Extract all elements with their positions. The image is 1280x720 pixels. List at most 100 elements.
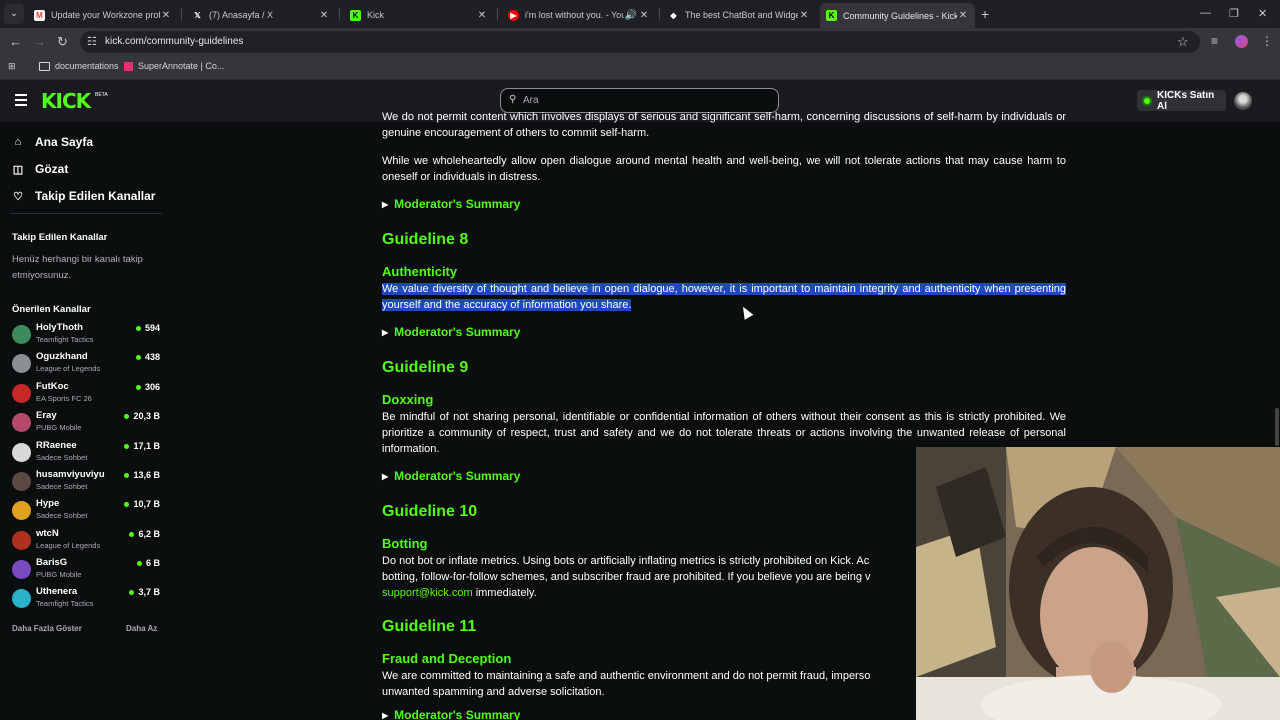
moderator-summary-toggle[interactable]: ▶ Moderator's Summary (382, 469, 520, 483)
guideline-10-title: Guideline 10 (382, 503, 478, 520)
search-input[interactable] (500, 88, 779, 113)
guideline-10-line-2: botting, follow-for-follow schemes, and … (382, 571, 871, 583)
guideline-11-line-1: We are committed to maintaining a safe a… (382, 670, 871, 682)
recommended-channel-item[interactable]: Oguzkhand League of Legends 438 (12, 351, 160, 377)
close-icon[interactable]: ✕ (638, 10, 650, 21)
buy-kicks-button[interactable]: KICKs Satın Al (1137, 90, 1226, 112)
channel-category: Sadece Sohbet (36, 482, 88, 491)
viewer-count: 306 (135, 382, 160, 392)
address-bar[interactable] (80, 31, 1200, 53)
back-icon[interactable]: ← (9, 34, 22, 49)
close-icon[interactable]: ✕ (957, 10, 969, 21)
forward-icon[interactable]: → (33, 34, 46, 49)
viewer-count: 17,1 B (124, 441, 160, 451)
kick-icon: K (826, 10, 837, 21)
recommended-channel-item[interactable]: HolyThoth Teamfight Tactics 594 (12, 322, 160, 348)
viewer-count-value: 6,2 B (138, 529, 160, 539)
channel-name: RRaenee (36, 440, 77, 451)
recommended-channel-item[interactable]: husamviyuviyu Sadece Sohbet 13,6 B (12, 469, 160, 495)
url-text[interactable]: kick.com/community-guidelines (105, 36, 243, 47)
viewer-count-value: 20,3 B (133, 411, 160, 421)
followed-empty-text: Henüz herhangi bir kanalı takip etmiyors… (12, 254, 143, 281)
gmail-icon: M (34, 9, 45, 21)
guideline-10-line-3: support@kick.com immediately. (382, 587, 537, 599)
speaker-icon[interactable]: 🔊 (624, 10, 638, 21)
scrollbar-thumb[interactable] (1275, 408, 1279, 446)
live-dot-icon (135, 354, 141, 360)
browser-tab[interactable]: ◆ The best ChatBot and Widgets ✕ (662, 4, 816, 26)
recommended-channel-item[interactable]: Uthenera Teamfight Tactics 3,7 B (12, 586, 160, 612)
viewer-count-value: 438 (144, 352, 160, 362)
recommended-channel-item[interactable]: BarisG PUBG Mobile 6 B (12, 557, 160, 583)
sidebar-item-browse[interactable]: ◫ Gözat (12, 162, 69, 176)
browser-tab[interactable]: K Kick ✕ (344, 4, 494, 26)
user-avatar[interactable] (1234, 92, 1252, 110)
hamburger-menu-icon[interactable] (15, 94, 27, 109)
channel-avatar (12, 384, 31, 403)
browser-tab[interactable]: ▶ i'm lost without you. - YouT 🔊 ✕ (502, 4, 656, 26)
channel-avatar (12, 354, 31, 373)
viewer-count-value: 17,1 B (133, 441, 160, 451)
bookmark-star-icon[interactable]: ☆ (1177, 34, 1189, 50)
reload-icon[interactable]: ↻ (57, 34, 68, 50)
moderator-summary-toggle[interactable]: ▶ Moderator's Summary (382, 325, 520, 339)
x-icon: 𝕏 (194, 10, 201, 20)
support-email-link[interactable]: support@kick.com (382, 587, 473, 599)
viewer-count: 438 (135, 352, 160, 362)
restore-icon[interactable]: ❐ (1229, 7, 1239, 20)
menu-icon[interactable]: ⋮ (1261, 34, 1273, 48)
sidebar-item-home[interactable]: ⌂ Ana Sayfa (12, 135, 93, 149)
live-dot-icon (124, 443, 130, 449)
live-dot-icon (129, 531, 135, 537)
moderator-summary-toggle[interactable]: ▶ Moderator's Summary (382, 710, 520, 720)
channel-category: Sadece Sohbet (36, 453, 88, 462)
close-window-icon[interactable]: ✕ (1258, 7, 1267, 20)
channel-category: Sadece Sohbet (36, 511, 88, 520)
recommended-channel-item[interactable]: wtcN League of Legends 6,2 B (12, 528, 160, 554)
channel-name: BarisG (36, 557, 68, 568)
recommended-channel-item[interactable]: FutKoc EA Sports FC 26 306 (12, 381, 160, 407)
live-dot-icon (136, 560, 142, 566)
channel-category: League of Legends (36, 364, 101, 373)
site-info-icon[interactable]: ☷ (87, 35, 97, 48)
close-icon[interactable]: ✕ (798, 10, 810, 21)
tab-search-button[interactable]: ⌄ (4, 4, 24, 24)
kick-logo[interactable]: KICK (41, 89, 91, 113)
triangle-right-icon: ▶ (382, 327, 389, 337)
selected-text: We value diversity of thought and believ… (382, 283, 1066, 311)
close-icon[interactable]: ✕ (318, 10, 330, 21)
home-icon: ⌂ (14, 136, 22, 148)
recommended-channel-item[interactable]: Eray PUBG Mobile 20,3 B (12, 410, 160, 436)
superannotate-icon (124, 61, 133, 71)
sidebar-item-following[interactable]: ♡ Takip Edilen Kanallar (12, 189, 155, 203)
chatbot-icon: ◆ (670, 10, 677, 20)
guideline-9-subtitle: Doxxing (382, 392, 434, 407)
new-tab-button[interactable]: + (981, 6, 989, 22)
show-more-button[interactable]: Daha Fazla Göster (12, 624, 82, 633)
browser-tab[interactable]: 𝕏 (7) Anasayfa / X ✕ (186, 4, 336, 26)
viewer-count-value: 3,7 B (138, 587, 160, 597)
channel-avatar (12, 472, 31, 491)
live-dot-icon (124, 472, 130, 478)
bookmark-documentations[interactable]: documentations (39, 61, 119, 71)
apps-icon[interactable]: ⊞ (8, 61, 16, 72)
show-less-button[interactable]: Daha Az (126, 624, 157, 633)
channel-avatar (12, 501, 31, 520)
bookmark-superannotate[interactable]: SuperAnnotate | Co... (124, 61, 224, 71)
webcam-video-frame (916, 447, 1280, 720)
close-icon[interactable]: ✕ (160, 10, 172, 21)
profile-avatar[interactable] (1235, 35, 1248, 48)
channel-category: League of Legends (36, 541, 101, 550)
media-control-icon[interactable]: ≡ (1211, 34, 1218, 48)
guideline-11-line-2: unwanted spamming and adverse solicitati… (382, 686, 605, 698)
recommended-channel-item[interactable]: RRaenee Sadece Sohbet 17,1 B (12, 440, 160, 466)
minimize-icon[interactable]: — (1200, 7, 1211, 19)
browser-tab[interactable]: M Update your Workzone profile ✕ (28, 4, 178, 26)
recommended-channel-item[interactable]: Hype Sadece Sohbet 10,7 B (12, 498, 160, 524)
channel-avatar (12, 325, 31, 344)
viewer-count-value: 306 (144, 382, 160, 392)
close-icon[interactable]: ✕ (476, 10, 488, 21)
channel-avatar (12, 413, 31, 432)
browser-tab-active[interactable]: K Community Guidelines - Kick St ✕ (820, 3, 975, 28)
moderator-summary-toggle[interactable]: ▶ Moderator's Summary (382, 197, 520, 211)
